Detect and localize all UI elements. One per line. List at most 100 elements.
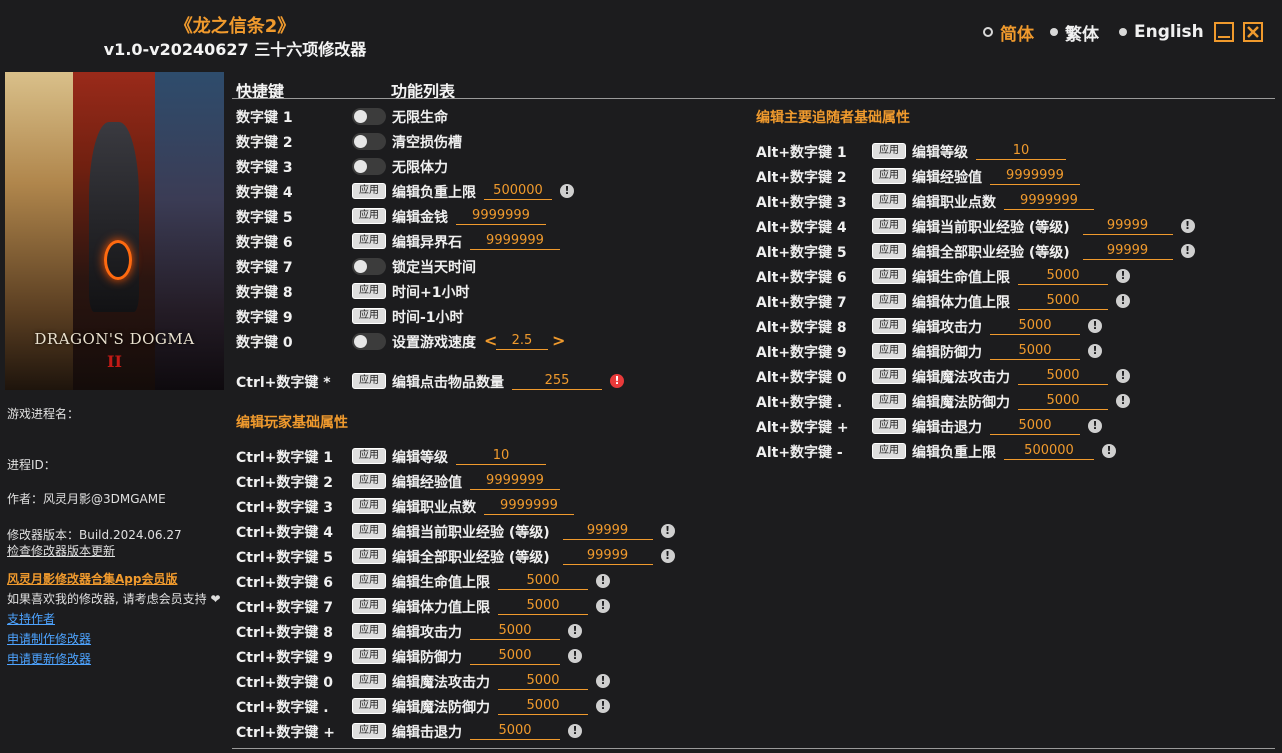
feature-label: 设置游戏速度	[392, 335, 476, 351]
apply-button[interactable]: 应用	[352, 373, 386, 389]
value-input[interactable]: 5000	[470, 623, 560, 640]
apply-button[interactable]: 应用	[872, 143, 906, 159]
value-input[interactable]: 9999999	[470, 473, 560, 490]
value-input[interactable]: 99999	[562, 523, 653, 540]
value-input[interactable]: 9999999	[456, 208, 546, 225]
apply-button[interactable]: 应用	[872, 293, 906, 309]
apply-button-wrap: 应用	[872, 143, 906, 159]
request-update-link[interactable]: 申请更新修改器	[7, 650, 91, 667]
value-input[interactable]: 5000	[990, 343, 1080, 360]
request-trainer-link[interactable]: 申请制作修改器	[7, 630, 91, 647]
value-input[interactable]: 5000	[498, 598, 588, 615]
apply-button[interactable]: 应用	[352, 183, 386, 199]
support-author-link[interactable]: 支持作者	[7, 610, 55, 627]
apply-button-wrap: 应用	[872, 418, 906, 434]
value-input[interactable]: 2.5	[496, 333, 548, 350]
apply-button[interactable]: 应用	[352, 548, 386, 564]
feature-toggle[interactable]	[352, 158, 386, 175]
apply-button[interactable]: 应用	[352, 498, 386, 514]
hotkey-label: Ctrl+数字键 *	[236, 375, 331, 391]
apply-button[interactable]: 应用	[872, 368, 906, 384]
value-input[interactable]: 9999999	[484, 498, 574, 515]
feature-row: Alt+数字键 + 应用 编辑击退力 5000!	[756, 415, 1276, 437]
apply-button[interactable]: 应用	[872, 243, 906, 259]
apply-button[interactable]: 应用	[872, 318, 906, 334]
lang-english[interactable]: English	[1119, 21, 1204, 43]
apply-button[interactable]: 应用	[352, 598, 386, 614]
apply-button-wrap: 应用	[872, 443, 906, 459]
apply-button[interactable]: 应用	[352, 523, 386, 539]
value-input[interactable]: 10	[456, 448, 546, 465]
value-input[interactable]: 5000	[470, 723, 560, 740]
apply-button[interactable]: 应用	[352, 648, 386, 664]
apply-button[interactable]: 应用	[352, 698, 386, 714]
value-input[interactable]: 5000	[1018, 393, 1108, 410]
feature-toggle[interactable]	[352, 133, 386, 150]
value-input[interactable]: 5000	[1018, 368, 1108, 385]
apply-button[interactable]: 应用	[352, 308, 386, 324]
lang-traditional[interactable]: 繁体	[1050, 21, 1099, 45]
value-input[interactable]: 255	[512, 373, 602, 390]
apply-button[interactable]: 应用	[872, 218, 906, 234]
feature-label: 编辑体力值上限	[912, 295, 1010, 311]
value-input[interactable]: 99999	[1082, 243, 1173, 260]
value-input[interactable]: 9999999	[470, 233, 560, 250]
warning-icon: !	[610, 374, 624, 388]
value-input[interactable]: 5000	[498, 573, 588, 590]
apply-button[interactable]: 应用	[872, 443, 906, 459]
value-input[interactable]: 9999999	[1004, 193, 1094, 210]
apply-button[interactable]: 应用	[352, 208, 386, 224]
feature-label: 锁定当天时间	[392, 260, 476, 276]
feature-toggle[interactable]	[352, 333, 386, 350]
apply-button[interactable]: 应用	[872, 393, 906, 409]
value-input[interactable]: 99999	[562, 548, 653, 565]
feature-toggle-wrap	[352, 258, 386, 275]
warning-icon: !	[560, 184, 574, 198]
value-input[interactable]: 9999999	[990, 168, 1080, 185]
increase-arrow-icon[interactable]: >	[552, 331, 565, 350]
version-label: 修改器版本：Build.2024.06.27	[7, 528, 182, 542]
apply-button[interactable]: 应用	[872, 418, 906, 434]
cover-logo: DRAGON'S DOGMA	[34, 330, 195, 348]
value-input[interactable]: 5000	[1018, 293, 1108, 310]
apply-button[interactable]: 应用	[352, 448, 386, 464]
value-input[interactable]: 5000	[990, 418, 1080, 435]
warning-icon: !	[568, 649, 582, 663]
value-input[interactable]: 99999	[1082, 218, 1173, 235]
author-label: 作者：风灵月影@3DMGAME	[7, 492, 166, 506]
value-input[interactable]: 5000	[470, 648, 560, 665]
bottom-divider	[232, 748, 1275, 749]
game-title: 《龙之信条2》	[174, 16, 296, 37]
app-promo-link[interactable]: 风灵月影修改器合集App会员版	[7, 570, 177, 587]
feature-label: 编辑当前职业经验 (等级)	[392, 525, 550, 541]
apply-button[interactable]: 应用	[352, 623, 386, 639]
apply-button[interactable]: 应用	[872, 168, 906, 184]
value-input[interactable]: 5000	[498, 673, 588, 690]
value-input[interactable]: 500000	[1004, 443, 1094, 460]
heart-icon: ❤	[210, 592, 221, 606]
apply-button[interactable]: 应用	[872, 343, 906, 359]
feature-toggle[interactable]	[352, 108, 386, 125]
value-input[interactable]: 5000	[1018, 268, 1108, 285]
feature-label: 无限体力	[392, 160, 448, 176]
apply-button[interactable]: 应用	[352, 573, 386, 589]
apply-button[interactable]: 应用	[872, 193, 906, 209]
apply-button[interactable]: 应用	[352, 473, 386, 489]
apply-button[interactable]: 应用	[872, 268, 906, 284]
apply-button[interactable]: 应用	[352, 723, 386, 739]
warning-icon: !	[596, 674, 610, 688]
warning-icon: !	[568, 724, 582, 738]
value-input[interactable]: 5000	[498, 698, 588, 715]
apply-button[interactable]: 应用	[352, 233, 386, 249]
apply-button[interactable]: 应用	[352, 673, 386, 689]
apply-button[interactable]: 应用	[352, 283, 386, 299]
warning-icon: !	[596, 699, 610, 713]
value-input[interactable]: 5000	[990, 318, 1080, 335]
value-input[interactable]: 500000	[484, 183, 552, 200]
check-update-link[interactable]: 检查修改器版本更新	[7, 542, 115, 559]
minimize-icon[interactable]	[1214, 22, 1234, 42]
feature-toggle[interactable]	[352, 258, 386, 275]
value-input[interactable]: 10	[976, 143, 1066, 160]
close-icon[interactable]	[1243, 22, 1263, 42]
lang-simplified[interactable]: 简体	[983, 21, 1034, 45]
